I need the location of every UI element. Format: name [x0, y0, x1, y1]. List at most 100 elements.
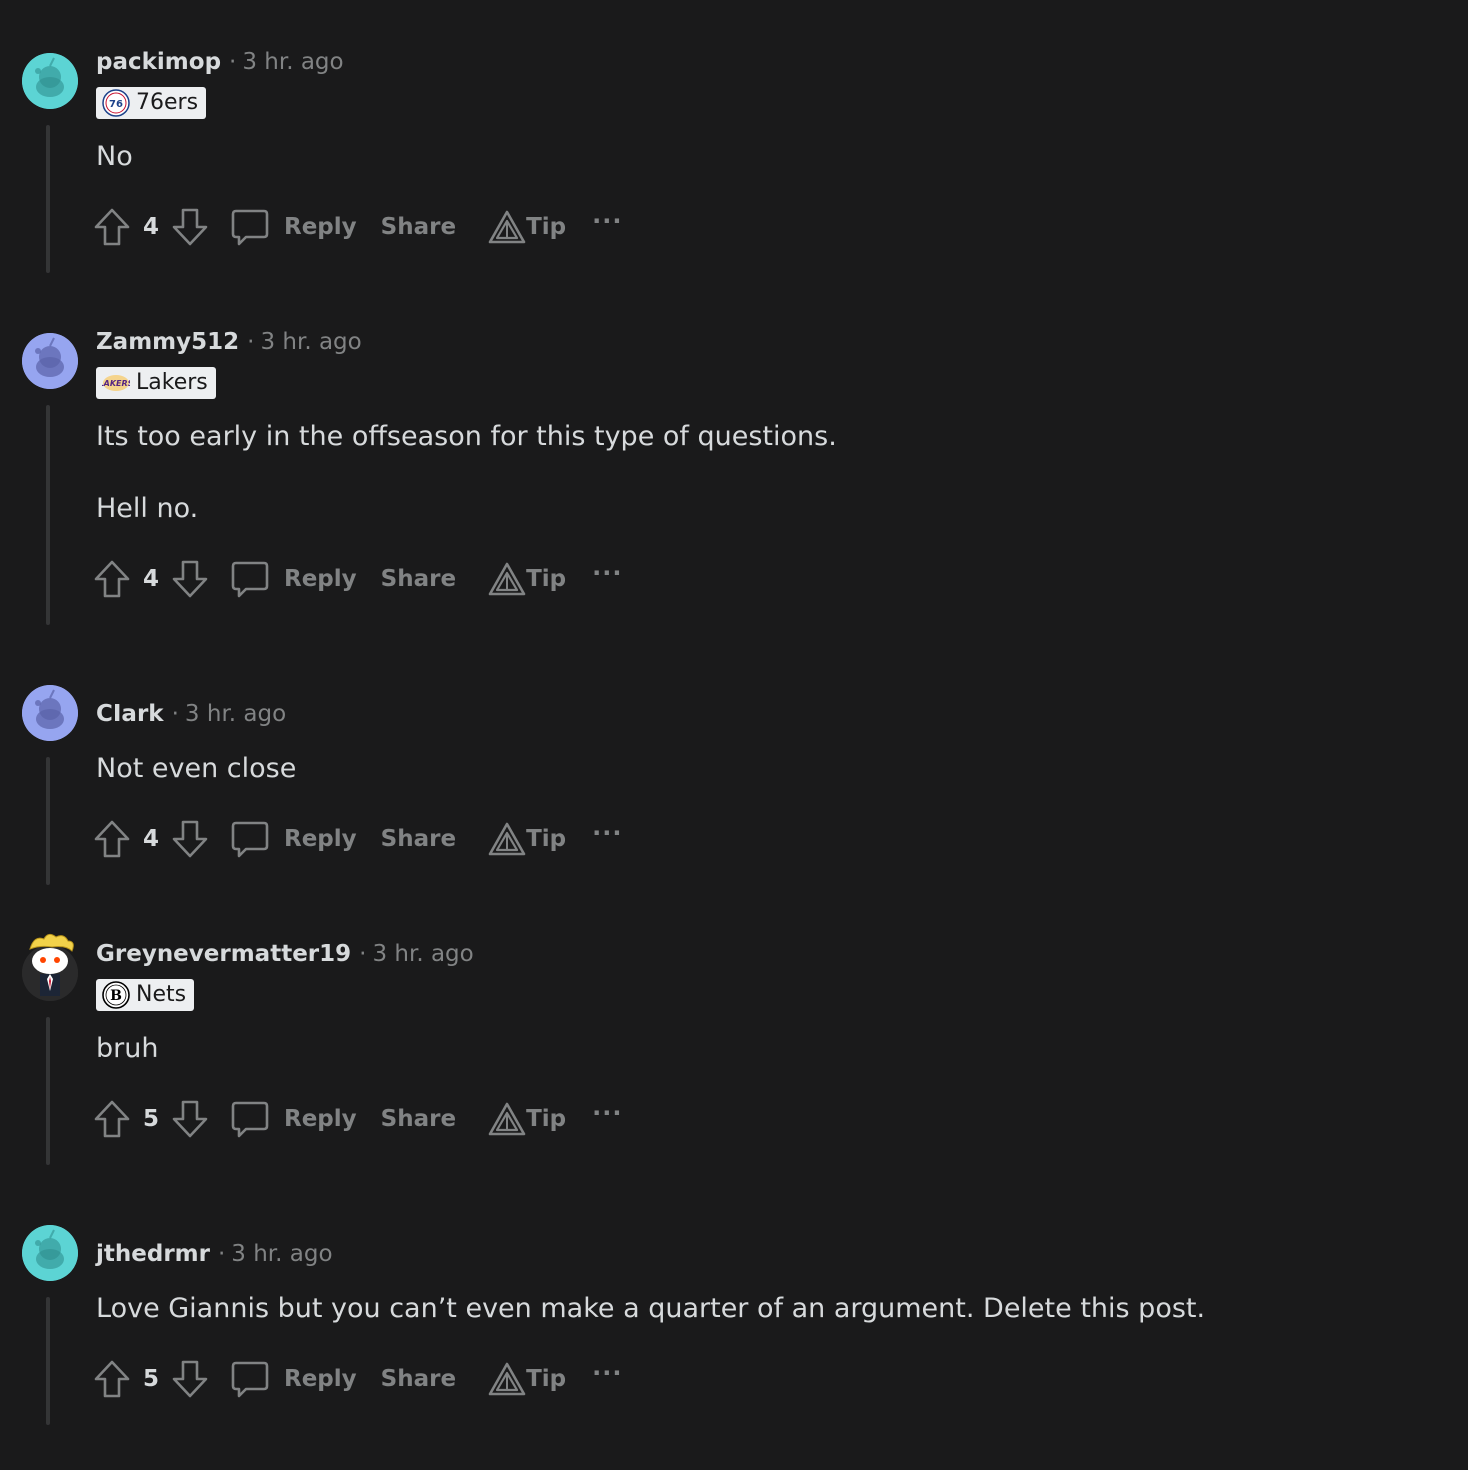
- reply-button[interactable]: Reply: [230, 819, 357, 859]
- reply-label: Reply: [284, 566, 357, 592]
- reply-label: Reply: [284, 214, 357, 240]
- comment-body: Love Giannis but you can’t even make a q…: [96, 1291, 1205, 1327]
- downvote-arrow-icon: [172, 560, 208, 598]
- author-name[interactable]: packimop: [96, 49, 221, 75]
- separator-dot: ·: [247, 329, 255, 355]
- tip-button[interactable]: Tip: [488, 562, 566, 596]
- comment-paragraph: Not even close: [96, 753, 297, 784]
- downvote-button[interactable]: [170, 818, 210, 860]
- user-flair: LAKERS Lakers: [96, 367, 216, 399]
- comment-actions: 4 Reply Share Tip ···: [92, 818, 622, 860]
- tip-label: Tip: [526, 566, 567, 592]
- tip-triangle-icon: [488, 1362, 526, 1396]
- vote-score: 4: [142, 826, 159, 852]
- avatar[interactable]: [22, 933, 78, 1001]
- tip-button[interactable]: Tip: [488, 210, 566, 244]
- share-button[interactable]: Share: [381, 826, 456, 852]
- avatar[interactable]: [22, 333, 78, 389]
- comment-meta: Greynevermatter19 · 3 hr. ago: [96, 939, 474, 969]
- thread-line[interactable]: [46, 405, 50, 625]
- avatar[interactable]: [22, 53, 78, 109]
- comment-actions: 5 Reply Share Tip ···: [92, 1358, 622, 1400]
- comment-bubble-icon: [231, 561, 269, 598]
- comment-meta: packimop · 3 hr. ago: [96, 47, 344, 77]
- svg-text:76: 76: [109, 99, 123, 110]
- comment-paragraph: Its too early in the offseason for this …: [96, 421, 837, 452]
- more-options-button[interactable]: ···: [592, 819, 622, 847]
- avatar[interactable]: [22, 1225, 78, 1281]
- user-flair: B Nets: [96, 979, 195, 1011]
- comment-paragraph: Hell no.: [96, 493, 199, 524]
- upvote-button[interactable]: [92, 818, 132, 860]
- more-options-button[interactable]: ···: [592, 1359, 622, 1387]
- comment-body: No: [96, 139, 133, 175]
- thread-line[interactable]: [46, 757, 50, 885]
- upvote-button[interactable]: [92, 206, 132, 248]
- separator-dot: ·: [217, 1241, 226, 1267]
- svg-text:B: B: [110, 988, 122, 1004]
- author-name[interactable]: jthedrmr: [96, 1241, 210, 1267]
- comment-paragraph: No: [96, 141, 133, 172]
- thread-line[interactable]: [46, 1017, 50, 1165]
- upvote-button[interactable]: [92, 1358, 132, 1400]
- tip-triangle-icon: [488, 822, 526, 856]
- comment-bubble-icon: [231, 209, 269, 246]
- flair-text: Nets: [136, 982, 187, 1007]
- comment-bubble-icon: [231, 1361, 269, 1398]
- snoo-avatar-icon: [22, 333, 78, 389]
- downvote-arrow-icon: [172, 1360, 208, 1398]
- timestamp[interactable]: 3 hr. ago: [231, 1241, 332, 1267]
- upvote-arrow-icon: [94, 560, 130, 598]
- share-button[interactable]: Share: [381, 1106, 456, 1132]
- separator-dot: ·: [359, 941, 367, 967]
- comment-actions: 5 Reply Share Tip ···: [92, 1098, 622, 1140]
- upvote-button[interactable]: [92, 558, 132, 600]
- comment-body: Not even close: [96, 751, 296, 787]
- nets-logo-icon: B: [102, 981, 130, 1009]
- flair-text: Lakers: [136, 370, 208, 395]
- author-name[interactable]: CIark: [96, 701, 164, 727]
- upvote-arrow-icon: [94, 1360, 130, 1398]
- timestamp[interactable]: 3 hr. ago: [260, 329, 361, 355]
- tip-button[interactable]: Tip: [488, 1102, 566, 1136]
- author-name[interactable]: Zammy512: [96, 329, 239, 355]
- thread-line[interactable]: [46, 125, 50, 273]
- tip-button[interactable]: Tip: [488, 1362, 566, 1396]
- user-flair: 76 76ers: [96, 87, 207, 119]
- share-button[interactable]: Share: [381, 214, 456, 240]
- tip-triangle-icon: [488, 562, 526, 596]
- comment-meta: CIark · 3 hr. ago: [96, 699, 286, 729]
- timestamp[interactable]: 3 hr. ago: [372, 941, 473, 967]
- 76ers-logo-icon: 76: [102, 89, 130, 117]
- timestamp[interactable]: 3 hr. ago: [185, 701, 286, 727]
- vote-score: 4: [142, 566, 159, 592]
- more-options-button[interactable]: ···: [592, 1099, 622, 1127]
- timestamp[interactable]: 3 hr. ago: [242, 49, 343, 75]
- tip-triangle-icon: [488, 1102, 526, 1136]
- share-button[interactable]: Share: [381, 566, 456, 592]
- share-button[interactable]: Share: [381, 1366, 456, 1392]
- reply-label: Reply: [284, 1106, 357, 1132]
- reply-button[interactable]: Reply: [230, 1099, 357, 1139]
- comment-body: bruh: [96, 1031, 158, 1067]
- avatar[interactable]: [22, 685, 78, 741]
- author-name[interactable]: Greynevermatter19: [96, 941, 351, 967]
- comment-actions: 4 Reply Share Tip ···: [92, 206, 622, 248]
- reply-button[interactable]: Reply: [230, 207, 357, 247]
- reply-button[interactable]: Reply: [230, 559, 357, 599]
- comment-body: Its too early in the offseason for this …: [96, 419, 837, 527]
- more-options-button[interactable]: ···: [592, 559, 622, 587]
- downvote-button[interactable]: [170, 1098, 210, 1140]
- downvote-button[interactable]: [170, 1358, 210, 1400]
- upvote-button[interactable]: [92, 1098, 132, 1140]
- thread-line[interactable]: [46, 1297, 50, 1425]
- tip-button[interactable]: Tip: [488, 822, 566, 856]
- comment-meta: jthedrmr · 3 hr. ago: [96, 1239, 333, 1269]
- downvote-button[interactable]: [170, 558, 210, 600]
- reply-button[interactable]: Reply: [230, 1359, 357, 1399]
- downvote-button[interactable]: [170, 206, 210, 248]
- reply-label: Reply: [284, 826, 357, 852]
- more-options-button[interactable]: ···: [592, 207, 622, 235]
- downvote-arrow-icon: [172, 820, 208, 858]
- comment-paragraph: bruh: [96, 1033, 159, 1064]
